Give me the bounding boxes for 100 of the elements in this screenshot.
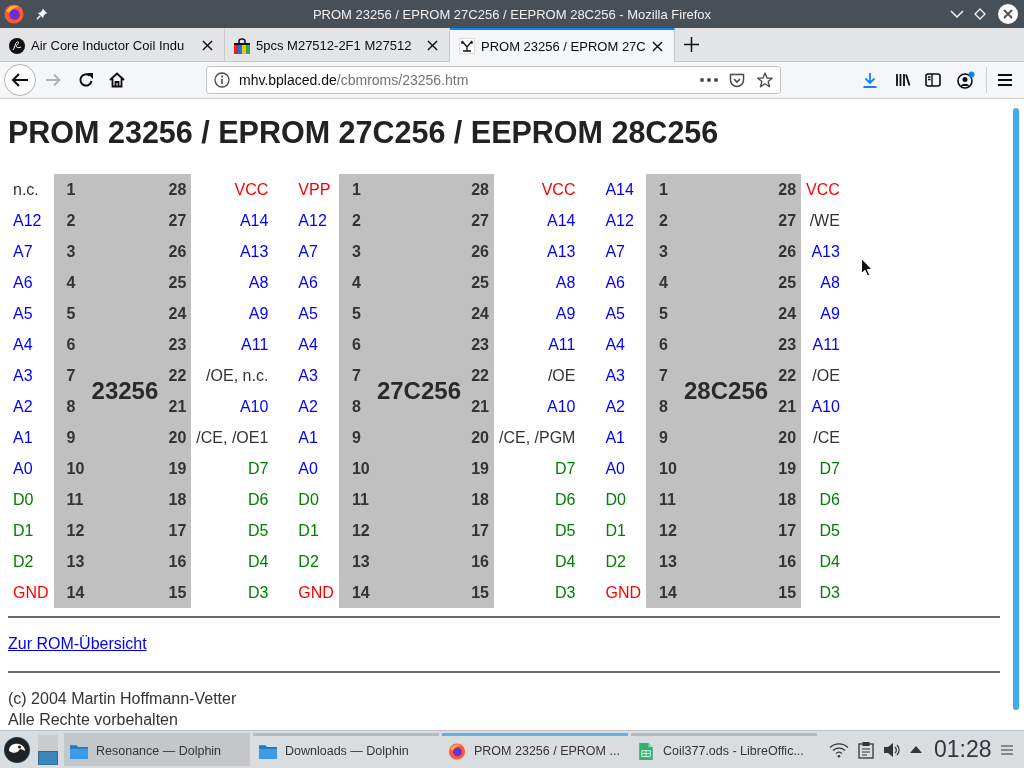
taskbar-task[interactable]: Resonance — Dolphin <box>64 733 250 766</box>
pin-icon[interactable] <box>36 8 48 20</box>
pin-signal-label: A13 <box>546 242 576 261</box>
shopping-bag-icon <box>234 37 250 54</box>
info-icon[interactable] <box>214 72 230 88</box>
pin-number: 23 <box>168 335 187 354</box>
pin-signal-label: A11 <box>812 335 840 354</box>
pin-number: 14 <box>351 583 370 602</box>
pin-signal-label: /CE, /OE1 <box>196 428 269 447</box>
pin-signal-label: D2 <box>605 552 626 571</box>
account-icon[interactable] <box>957 71 975 89</box>
browser-tab[interactable]: Air Core Inductor Coil Indu <box>0 28 225 61</box>
footer-text: Alle Rechte vorbehalten <box>8 711 178 728</box>
pin-number: 4 <box>66 273 76 292</box>
wifi-icon[interactable] <box>829 741 849 758</box>
star-icon[interactable] <box>757 72 773 88</box>
taskbar-task[interactable]: Coil377.ods - LibreOffic... <box>631 733 817 766</box>
pin-signal-label: VCC <box>806 180 840 199</box>
pin-number: 21 <box>778 397 797 416</box>
more-dots-icon[interactable] <box>700 78 718 82</box>
pin-number: 23 <box>778 335 797 354</box>
pin-number: 23 <box>471 335 489 354</box>
pin-signal-label: A4 <box>298 335 318 354</box>
caret-up-icon[interactable] <box>910 746 922 753</box>
spreadsheet-file-icon <box>637 742 655 760</box>
pin-number: 17 <box>778 521 797 540</box>
window-title: PROM 23256 / EPROM 27C256 / EEPROM 28C256 - Mozilla Firefox <box>312 6 712 22</box>
download-arrow-icon[interactable] <box>862 72 878 88</box>
pin-signal-label: A12 <box>13 211 42 230</box>
clock-time[interactable]: 01:28 <box>934 736 992 763</box>
pin-number: 12 <box>351 521 370 540</box>
address-field[interactable]: mhv.bplaced.de/cbmroms/23256.htm <box>206 66 781 94</box>
pin-number: 17 <box>471 521 489 540</box>
pin-number: 2 <box>66 211 76 230</box>
pin-signal-label: D7 <box>555 459 576 478</box>
taskbar-task[interactable]: Downloads — Dolphin <box>253 733 439 766</box>
pin-signal-label: GND <box>605 583 641 602</box>
clipboard-icon[interactable] <box>858 740 874 759</box>
pin-signal-label: A7 <box>298 242 318 261</box>
pin-number: 22 <box>778 366 797 385</box>
pin-signal-label: D3 <box>555 583 576 602</box>
pin-number: 3 <box>66 242 76 261</box>
pin-signal-label: A9 <box>820 304 840 323</box>
scrollbar-thumb[interactable] <box>1013 108 1019 710</box>
pin-signal-label: D6 <box>247 490 269 509</box>
library-icon[interactable] <box>895 72 911 88</box>
pin-signal-label: D4 <box>555 552 576 571</box>
taskbar-task[interactable]: PROM 23256 / EPROM ... <box>442 733 628 766</box>
reload-icon[interactable] <box>78 72 94 88</box>
pin-signal-label: /CE <box>813 428 840 447</box>
home-icon[interactable] <box>109 72 125 88</box>
launcher-logo-icon[interactable] <box>4 736 30 763</box>
pin-signal-label: A3 <box>298 366 318 385</box>
pin-signal-label: D6 <box>819 490 840 509</box>
pin-signal-label: A4 <box>605 335 625 354</box>
pin-signal-label: D1 <box>605 521 626 540</box>
pin-number: 18 <box>168 490 187 509</box>
pin-number: 8 <box>659 397 668 416</box>
close-icon[interactable] <box>427 40 438 51</box>
pin-signal-label: GND <box>13 583 49 602</box>
pin-number: 27 <box>168 211 187 230</box>
pin-signal-label: A5 <box>13 304 33 323</box>
pin-number: 27 <box>471 211 489 230</box>
overview-link[interactable]: Zur ROM-Übersicht <box>8 635 147 652</box>
pin-number: 6 <box>659 335 668 354</box>
browser-tab[interactable]: PROM 23256 / EPROM 27C <box>450 28 675 62</box>
close-icon[interactable] <box>998 4 1018 24</box>
pin-signal-label: /OE <box>547 366 576 385</box>
pin-number: 6 <box>351 335 361 354</box>
desktop-pager-icon[interactable] <box>38 734 58 765</box>
browser-logo-icon <box>448 742 466 760</box>
pin-signal-label: A5 <box>605 304 625 323</box>
sidebar-icon[interactable] <box>925 72 941 88</box>
pin-number: 11 <box>66 490 84 509</box>
chevron-down-icon[interactable] <box>950 10 964 18</box>
pin-number: 4 <box>351 273 361 292</box>
pin-number: 21 <box>168 397 187 416</box>
pin-signal-label: A6 <box>298 273 318 292</box>
close-icon[interactable] <box>652 40 663 52</box>
plus-icon[interactable] <box>684 37 699 52</box>
pin-number: 9 <box>351 428 361 447</box>
pin-signal-label: A8 <box>820 273 840 292</box>
shield-chevron-icon[interactable] <box>729 72 745 88</box>
chip-name: 27C256 <box>376 377 461 405</box>
pin-signal-label: A6 <box>13 273 33 292</box>
folder-icon <box>259 742 277 760</box>
browser-logo-icon <box>4 4 24 24</box>
pin-number: 10 <box>351 459 370 478</box>
pin-number: 6 <box>66 335 76 354</box>
pin-number: 9 <box>659 428 668 447</box>
pin-number: 8 <box>351 397 361 416</box>
pin-number: 19 <box>471 459 489 478</box>
menu-icon[interactable] <box>997 72 1013 88</box>
pin-number: 19 <box>168 459 187 478</box>
diamond-icon[interactable] <box>974 8 986 20</box>
pin-number: 5 <box>351 304 361 323</box>
pin-number: 8 <box>66 397 76 416</box>
speaker-icon[interactable] <box>883 741 901 758</box>
pin-signal-label: A9 <box>248 304 269 323</box>
close-icon[interactable] <box>202 40 213 51</box>
